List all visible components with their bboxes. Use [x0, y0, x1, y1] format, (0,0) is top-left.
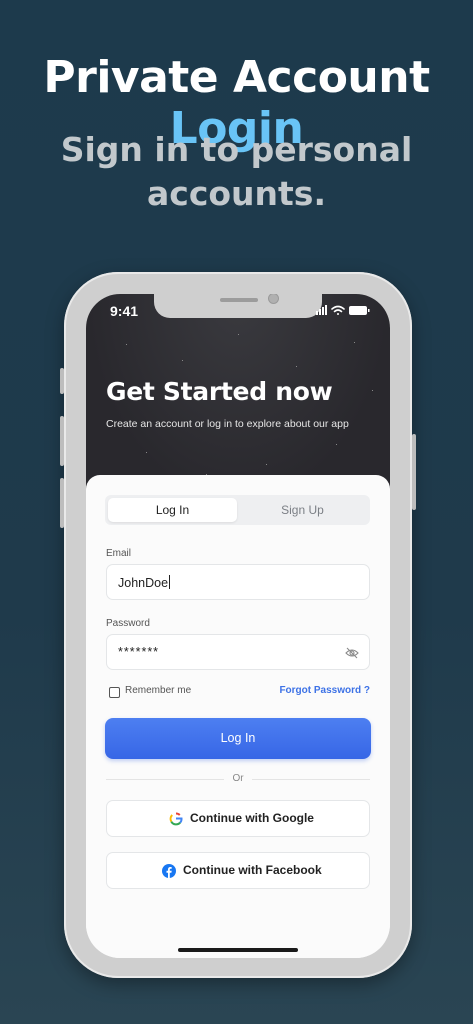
password-value: *******: [118, 645, 160, 659]
volume-up-button: [60, 416, 64, 466]
text-caret: [169, 575, 171, 589]
cellular-signal-icon: [316, 305, 327, 315]
wifi-icon: [331, 305, 345, 315]
tab-sign-up[interactable]: Sign Up: [238, 498, 367, 522]
phone-screen: 9:41 Get Started now Create an account o…: [86, 294, 390, 958]
divider-right: [252, 779, 370, 780]
front-camera: [268, 294, 279, 304]
password-field[interactable]: *******: [106, 634, 370, 670]
email-value: JohnDoe: [118, 576, 169, 590]
headline-main: Private Account: [43, 52, 430, 103]
email-label: Email: [106, 548, 132, 559]
hero-title: Get Started now: [106, 377, 333, 406]
login-card: Log In Sign Up Email JohnDoe Password **…: [86, 475, 390, 958]
notch: [154, 294, 322, 318]
facebook-button-label: Continue with Facebook: [183, 863, 322, 877]
volume-down-button: [60, 478, 64, 528]
status-icons: [316, 305, 370, 315]
home-indicator: [178, 948, 298, 952]
log-in-button[interactable]: Log In: [105, 718, 371, 759]
speaker-grille: [220, 298, 258, 302]
status-time: 9:41: [110, 303, 139, 319]
google-icon: [169, 811, 183, 825]
divider-left: [106, 779, 224, 780]
auth-tabs: Log In Sign Up: [105, 495, 370, 525]
facebook-icon: [162, 863, 176, 878]
promo-subheading: Sign in to personal accounts.: [60, 130, 413, 213]
eye-off-icon[interactable]: [345, 646, 359, 660]
continue-with-google-button[interactable]: Continue with Google: [106, 800, 370, 837]
google-button-label: Continue with Google: [190, 811, 314, 825]
phone-frame: 9:41 Get Started now Create an account o…: [60, 272, 416, 978]
tab-log-in[interactable]: Log In: [108, 498, 237, 522]
hero-subtitle: Create an account or log in to explore a…: [106, 418, 349, 430]
mute-switch: [60, 368, 64, 394]
continue-with-facebook-button[interactable]: Continue with Facebook: [106, 852, 370, 889]
remember-label: Remember me: [125, 685, 192, 696]
divider-or: Or: [232, 773, 244, 784]
forgot-password-link[interactable]: Forgot Password ?: [279, 685, 370, 696]
power-button: [412, 434, 416, 510]
remember-checkbox[interactable]: [109, 687, 120, 698]
email-field[interactable]: JohnDoe: [106, 564, 370, 600]
battery-icon: [349, 306, 370, 315]
password-label: Password: [106, 618, 150, 629]
